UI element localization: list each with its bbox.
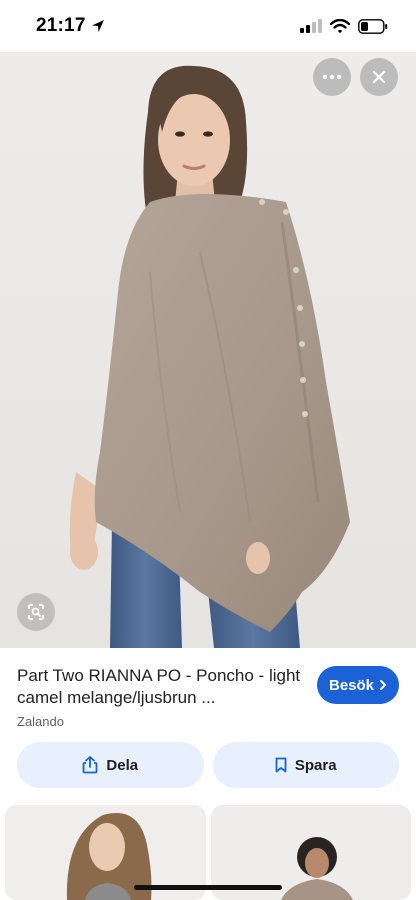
product-image[interactable]: [0, 52, 416, 648]
visit-button[interactable]: Besök: [317, 666, 399, 704]
chevron-right-icon: [380, 680, 387, 690]
product-info: Part Two RIANNA PO - Poncho - light came…: [0, 648, 416, 740]
close-button[interactable]: [360, 58, 398, 96]
more-options-icon: [322, 74, 342, 80]
wifi-icon: [330, 18, 350, 33]
close-icon: [372, 70, 386, 84]
share-label: Dela: [106, 756, 139, 774]
location-arrow-icon: [91, 20, 104, 32]
save-label: Spara: [294, 756, 337, 774]
status-bar: 21:17: [0, 0, 416, 52]
visit-label: Besök: [328, 676, 375, 694]
lens-search-icon: [28, 604, 44, 620]
save-button[interactable]: Spara: [212, 742, 399, 788]
signal-icon: [300, 19, 322, 33]
more-options-button[interactable]: [313, 58, 351, 96]
product-source: Zalando: [17, 714, 64, 729]
time-group: 21:17: [36, 15, 106, 37]
bookmark-icon: [275, 757, 287, 773]
status-icons: [300, 18, 388, 34]
product-photo: [0, 52, 416, 648]
share-button[interactable]: Dela: [17, 742, 204, 788]
home-indicator[interactable]: [134, 885, 282, 890]
share-icon: [83, 756, 98, 774]
product-title[interactable]: Part Two RIANNA PO - Poncho - light came…: [17, 665, 317, 709]
status-time: 21:17: [36, 15, 86, 36]
lens-search-button[interactable]: [17, 593, 55, 631]
battery-icon: [358, 18, 388, 34]
action-buttons: Dela Spara: [17, 742, 399, 788]
